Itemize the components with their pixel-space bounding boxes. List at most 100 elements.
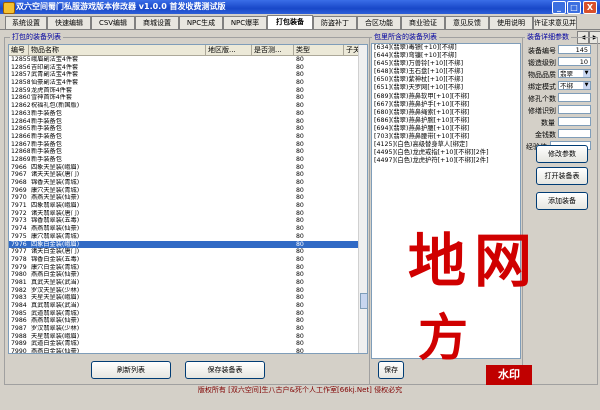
table-cell: 80 — [296, 171, 304, 179]
table-row[interactable]: 7990 燕燕白金装(仙豪) 80 — [9, 348, 359, 353]
table-cell: 12866 — [11, 132, 30, 140]
table-row[interactable]: 7976 四象白金装(峨眉) 80 — [9, 240, 359, 249]
table-row[interactable]: 7967 诸天天罡装(唐门) 80 — [9, 171, 359, 179]
table-row[interactable]: 12865 新手装备包 80 — [9, 125, 359, 133]
table-row[interactable]: 7978 锦香白金装(五毒) 80 — [9, 256, 359, 264]
table-row[interactable]: 12863 新手装备包 80 — [9, 110, 359, 118]
tab-mall-settings[interactable]: 商城设置 — [135, 16, 179, 29]
table-row[interactable]: 7972 诸天翡翠装(唐门) 80 — [9, 210, 359, 218]
tab-license-feedback[interactable]: 许证求意见并放精关君目 — [533, 16, 577, 29]
table-row[interactable]: 12868 新手装备包 80 — [9, 148, 359, 156]
column-sub[interactable]: 子关 — [344, 45, 359, 55]
table-row[interactable]: 7971 四象翡翠装(峨眉) 80 — [9, 202, 359, 210]
equip-id-input[interactable]: 145 — [558, 45, 591, 54]
column-test[interactable]: 是否测... — [252, 45, 294, 55]
open-equipment-table-button[interactable]: 打开装备表 — [536, 167, 588, 185]
table-cell: 80 — [296, 140, 304, 148]
tab-strip: 系统设置 快速编辑 CSV编辑 商城设置 NPC生成 NPC爆率 打包装备 防盗… — [0, 15, 600, 44]
tab-feedback[interactable]: 意见反馈 — [445, 16, 489, 29]
table-cell: 武青副法宝4件套 — [31, 71, 79, 79]
table-row[interactable]: 12856 吉印副法宝4件套 80 — [9, 64, 359, 72]
table-row[interactable]: 12867 新手装备包 80 — [9, 141, 359, 149]
table-row[interactable]: 7979 康穴白金装(青城) 80 — [9, 264, 359, 272]
table-cell: 四象天罡装(峨眉) — [31, 163, 80, 171]
table-row[interactable]: 7984 真武翡翠装(武当) 80 — [9, 302, 359, 310]
table-row[interactable]: 7968 锦香天罡装(青城) 80 — [9, 179, 359, 187]
table-row[interactable]: 7988 天星翡翠装(峨眉) 80 — [9, 333, 359, 341]
table-cell: 7966 — [11, 163, 27, 171]
modify-params-button[interactable]: 修改参数 — [536, 145, 588, 163]
table-row[interactable]: 12858 仙豪副法宝4件套 80 — [9, 79, 359, 87]
window-title: 双六空间蜀门私服游戏版本修改器 v1.0.0 首发收费测试版 — [16, 2, 226, 11]
table-row[interactable]: 12864 新手装备包 80 — [9, 118, 359, 126]
tab-business-verify[interactable]: 商业验证 — [401, 16, 445, 29]
table-row[interactable]: 7974 燕燕翡翠装(仙豪) 80 — [9, 225, 359, 233]
item-quality-select[interactable]: 翡翠 ▼ — [558, 69, 591, 78]
column-region[interactable]: 地区版... — [206, 45, 252, 55]
bind-mode-select[interactable]: 不绑 ▼ — [558, 81, 591, 90]
table-cell: 7978 — [11, 255, 27, 263]
list-scroll-thumb[interactable] — [360, 293, 367, 309]
equipment-line: [703](翡翠)燕鼻腰带[+10][不绑] — [374, 133, 470, 141]
table-cell: 80 — [296, 248, 304, 256]
quantity-input[interactable] — [558, 117, 591, 126]
table-row[interactable]: 7980 燕燕白金装(仙豪) 80 — [9, 271, 359, 279]
table-row[interactable]: 7982 罗汉天罡装(少林) 80 — [9, 287, 359, 295]
minimize-button[interactable]: _ — [552, 1, 566, 14]
table-row[interactable]: 7969 康穴天罡装(青城) 80 — [9, 187, 359, 195]
table-row[interactable]: 12866 新手装备包 80 — [9, 133, 359, 141]
tab-instructions[interactable]: 使用说明 — [489, 16, 533, 29]
list-scrollbar[interactable] — [358, 45, 367, 353]
table-row[interactable]: 12855 峨眉副法宝4件套 80 — [9, 56, 359, 64]
table-row[interactable]: 7973 锦香翡翠装(五毒) 80 — [9, 217, 359, 225]
tab-quick-edit[interactable]: 快速编辑 — [47, 16, 91, 29]
table-cell: 武道翡翠装(青城) — [31, 309, 80, 317]
add-equipment-button[interactable]: 添加装备 — [536, 192, 588, 210]
column-item-name[interactable]: 物品名称 — [29, 45, 206, 55]
table-row[interactable]: 7986 燕燕翡翠装(仙豪) 80 — [9, 317, 359, 325]
table-row[interactable]: 12859 龙虎首饰4件套 80 — [9, 87, 359, 95]
maximize-button[interactable]: □ — [567, 1, 581, 14]
column-id[interactable]: 编号 — [9, 45, 29, 55]
forge-level-label: 锻造级别 — [528, 59, 556, 67]
table-row[interactable]: 12860 雪神首饰4件套 80 — [9, 94, 359, 102]
refresh-list-button[interactable]: 刷新列表 — [91, 361, 171, 379]
socket-count-input[interactable] — [558, 93, 591, 102]
tab-npc-generate[interactable]: NPC生成 — [179, 16, 223, 29]
table-row[interactable]: 7985 武道翡翠装(青城) 80 — [9, 310, 359, 318]
forge-level-input[interactable]: 10 — [558, 57, 591, 66]
table-row[interactable]: 7987 罗汉翡翠装(少林) 80 — [9, 325, 359, 333]
close-button[interactable]: X — [583, 1, 597, 14]
tab-merge-server[interactable]: 合区功能 — [357, 16, 401, 29]
table-row[interactable]: 12862 祝福礼包(新国版) 80 — [9, 102, 359, 110]
repair-id-input[interactable] — [558, 105, 591, 114]
save-pack-button[interactable]: 保存 — [378, 361, 404, 379]
table-row[interactable]: 7981 真武天罡装(武当) 80 — [9, 279, 359, 287]
table-row[interactable]: 12869 新手装备包 80 — [9, 156, 359, 164]
chevron-down-icon[interactable]: ▼ — [583, 82, 590, 89]
table-row[interactable]: 7975 康穴翡翠装(青城) 80 — [9, 233, 359, 241]
tab-pack-equipment[interactable]: 打包装备 — [267, 15, 313, 29]
table-cell: 80 — [296, 109, 304, 117]
table-row[interactable]: 7977 诸天白金装(唐门) 80 — [9, 248, 359, 256]
packed-equipment-list[interactable]: 编号 物品名称 地区版... 是否测... 类型 子关 12855 峨眉副法宝4件… — [8, 44, 368, 354]
table-row[interactable]: 12857 武青副法宝4件套 80 — [9, 71, 359, 79]
tab-system-settings[interactable]: 系统设置 — [5, 16, 47, 29]
table-cell: 80 — [296, 232, 304, 240]
save-equipment-table-button[interactable]: 保存装备表 — [185, 361, 265, 379]
tab-csv-edit[interactable]: CSV编辑 — [91, 16, 135, 29]
chevron-down-icon[interactable]: ▼ — [583, 70, 590, 77]
item-quality-value: 翡翠 — [560, 70, 573, 78]
table-cell: 12855 — [11, 56, 30, 63]
bind-mode-value: 不绑 — [560, 82, 573, 90]
table-row[interactable]: 7983 天星天罡装(峨眉) 80 — [9, 294, 359, 302]
table-row[interactable]: 7966 四象天罡装(峨眉) 80 — [9, 164, 359, 172]
tab-anti-theft-patch[interactable]: 防盗补丁 — [313, 16, 357, 29]
table-cell: 12863 — [11, 109, 30, 117]
tab-npc-drop-rate[interactable]: NPC爆率 — [223, 16, 267, 29]
column-type[interactable]: 类型 — [294, 45, 344, 55]
table-cell: 7986 — [11, 317, 27, 325]
money-input[interactable] — [558, 129, 591, 138]
table-row[interactable]: 7989 武道白金装(青城) 80 — [9, 340, 359, 348]
table-row[interactable]: 7970 燕燕天罡装(仙豪) 80 — [9, 194, 359, 202]
